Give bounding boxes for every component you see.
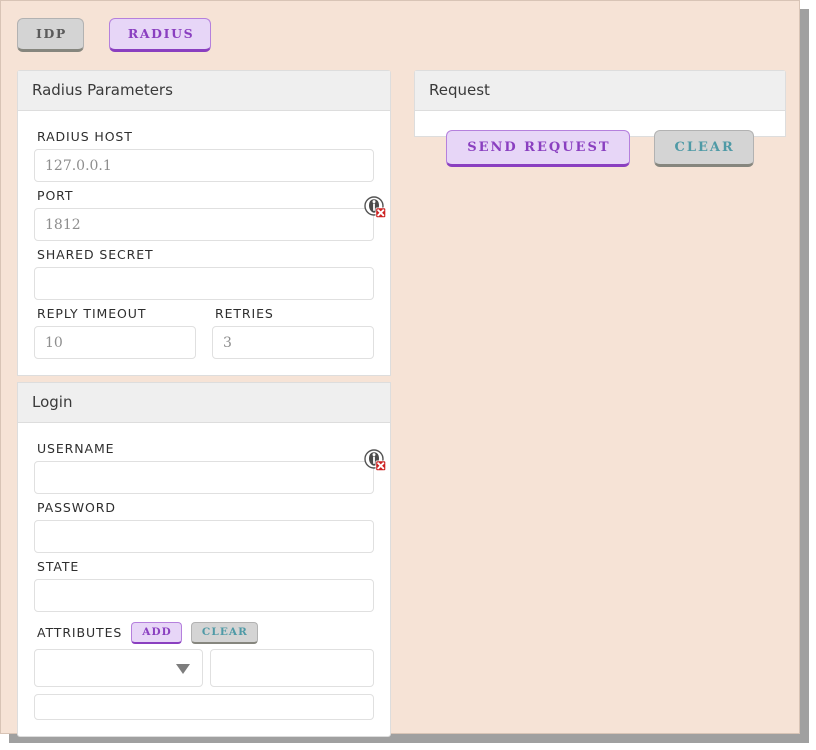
attributes-toolbar: ATTRIBUTES ADD CLEAR: [37, 622, 374, 644]
port-input[interactable]: [34, 208, 374, 241]
request-panel: Request: [414, 70, 786, 137]
login-header: Login: [18, 383, 390, 423]
reply-timeout-label: REPLY TIMEOUT: [37, 306, 196, 321]
app-window: IDP RADIUS Radius Parameters RADIUS HOST…: [0, 0, 800, 734]
retries-input[interactable]: [212, 326, 374, 359]
shared-secret-field-wrap: [34, 267, 374, 300]
password-label: PASSWORD: [37, 500, 374, 515]
shared-secret-label: SHARED SECRET: [37, 247, 374, 262]
attributes-add-button[interactable]: ADD: [131, 622, 182, 644]
username-field-wrap: [34, 461, 374, 494]
attribute-extra-input[interactable]: [34, 694, 374, 720]
retries-group: RETRIES: [212, 300, 374, 359]
attributes-clear-button[interactable]: CLEAR: [191, 622, 258, 644]
tab-radius[interactable]: RADIUS: [109, 18, 211, 53]
port-field-wrap: [34, 208, 374, 241]
shared-secret-input[interactable]: [34, 267, 374, 300]
reply-timeout-input[interactable]: [34, 326, 196, 359]
radius-host-label: RADIUS HOST: [37, 129, 374, 144]
clear-request-button[interactable]: CLEAR: [654, 130, 754, 167]
port-label: PORT: [37, 188, 374, 203]
radius-parameters-header: Radius Parameters: [18, 71, 390, 111]
tab-strip: IDP RADIUS: [17, 15, 211, 55]
password-field-wrap: [34, 520, 374, 553]
state-input[interactable]: [34, 579, 374, 612]
radius-host-input[interactable]: [34, 149, 374, 182]
radius-parameters-panel: Radius Parameters RADIUS HOST PORT: [17, 70, 391, 376]
login-body: USERNAME PASSWORD: [18, 423, 390, 736]
attribute-value-input[interactable]: [210, 649, 374, 687]
radius-parameters-body: RADIUS HOST PORT: [18, 111, 390, 375]
username-label: USERNAME: [37, 441, 374, 456]
request-actions: SEND REQUEST CLEAR: [414, 130, 786, 167]
tab-idp[interactable]: IDP: [17, 18, 84, 53]
timeout-retries-row: REPLY TIMEOUT RETRIES: [34, 300, 374, 359]
reply-timeout-group: REPLY TIMEOUT: [34, 300, 196, 359]
chevron-down-icon: [176, 664, 190, 674]
username-input[interactable]: [34, 461, 374, 494]
login-panel: Login USERNAME: [17, 382, 391, 737]
attribute-name-select[interactable]: [34, 649, 203, 687]
retries-label: RETRIES: [215, 306, 374, 321]
attribute-row: [34, 649, 374, 687]
state-label: STATE: [37, 559, 374, 574]
state-field-wrap: [34, 579, 374, 612]
send-request-button[interactable]: SEND REQUEST: [446, 130, 629, 167]
radius-host-field-wrap: [34, 149, 374, 182]
request-header: Request: [415, 71, 785, 111]
attributes-label: ATTRIBUTES: [37, 625, 122, 640]
password-input[interactable]: [34, 520, 374, 553]
